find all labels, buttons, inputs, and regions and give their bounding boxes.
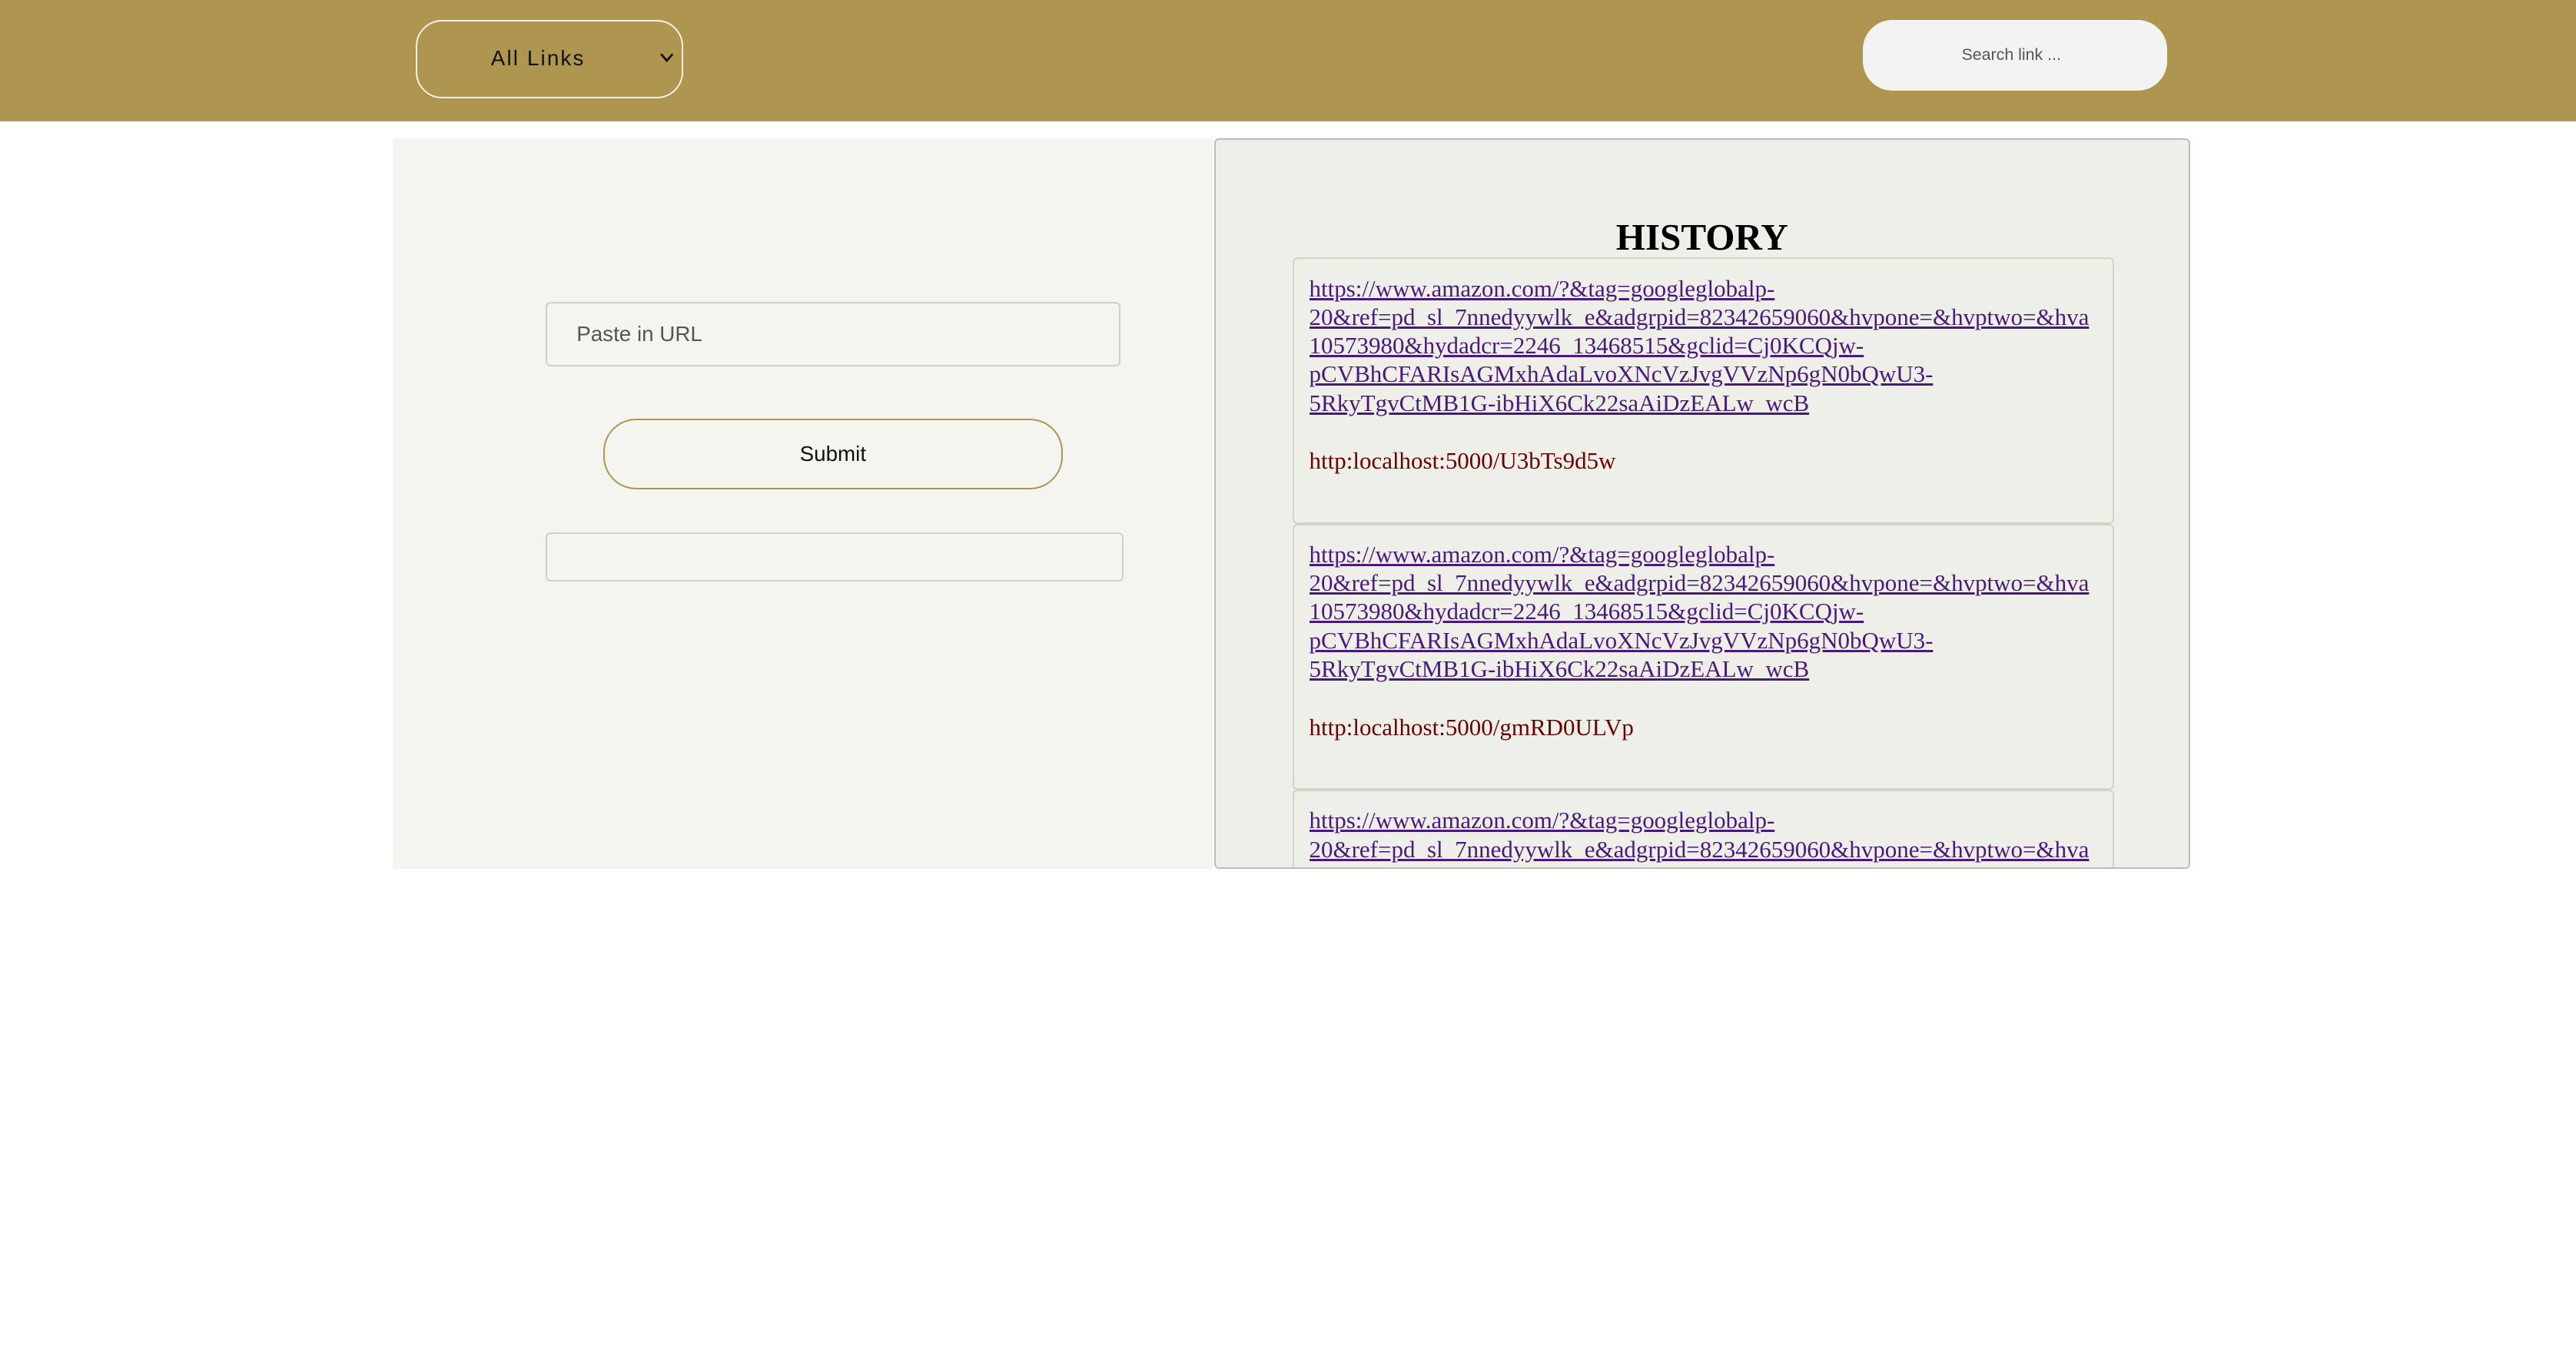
original-url-link[interactable]: https://www.amazon.com/?&tag=googlegloba… (1310, 274, 2113, 417)
history-item: https://www.amazon.com/?&tag=googlegloba… (1293, 790, 2115, 867)
shortener-panel: Submit (392, 138, 1213, 869)
original-url-link[interactable]: https://www.amazon.com/?&tag=googlegloba… (1310, 540, 2113, 683)
link-filter-dropdown[interactable]: All Links (415, 19, 684, 99)
top-nav-bar: All Links (0, 0, 2576, 122)
url-input[interactable] (545, 302, 1120, 366)
app-root: All Links Submit HISTORY https://www.ama… (0, 0, 2576, 1349)
submit-button[interactable]: Submit (603, 419, 1064, 490)
link-filter-label: All Links (490, 45, 586, 70)
short-url-result-field[interactable] (545, 532, 1124, 582)
history-item: https://www.amazon.com/?&tag=googlegloba… (1293, 523, 2115, 791)
history-panel[interactable]: HISTORY https://www.amazon.com/?&tag=goo… (1213, 138, 2190, 869)
short-url-link[interactable]: http:localhost:5000/gmRD0ULVp (1310, 713, 2113, 741)
chevron-down-icon (660, 53, 674, 63)
search-link-input[interactable] (1863, 19, 2167, 91)
history-item: https://www.amazon.com/?&tag=googlegloba… (1293, 257, 2115, 524)
history-list: https://www.amazon.com/?&tag=googlegloba… (1293, 257, 2115, 867)
short-url-link[interactable]: http:localhost:5000/U3bTs9d5w (1310, 446, 2113, 475)
original-url-link[interactable]: https://www.amazon.com/?&tag=googlegloba… (1310, 806, 2113, 867)
history-title: HISTORY (1615, 215, 1788, 258)
